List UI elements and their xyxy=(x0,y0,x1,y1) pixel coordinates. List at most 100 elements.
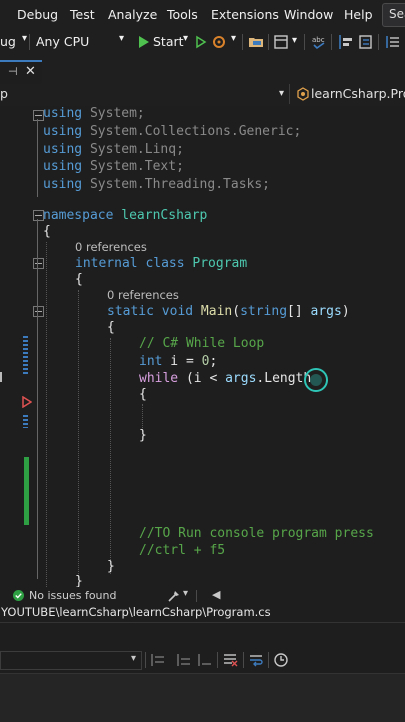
search-box[interactable]: Sea xyxy=(382,3,405,27)
type-dropdown-label[interactable]: learnCsharp.Progr xyxy=(311,86,405,101)
toolbar: ug ▾ Any CPU ▾ Start ▾ ▾ ▾ abc xyxy=(0,29,405,56)
code-line: int i = 0; xyxy=(139,354,218,369)
tab-program-cs[interactable]: ⊣ ✕ xyxy=(0,60,42,86)
code-line: using System.Threading.Tasks; xyxy=(43,177,271,192)
code-line: using System.Text; xyxy=(43,159,184,174)
line-number-fragment xyxy=(0,372,2,382)
platform-dropdown[interactable]: Any CPU xyxy=(36,34,89,49)
code-line: { xyxy=(107,320,115,335)
code-line: while (i < args.Length xyxy=(139,371,312,386)
change-marker xyxy=(23,415,28,428)
change-marker xyxy=(23,336,28,376)
indent-guide xyxy=(110,338,111,574)
layout-icon[interactable] xyxy=(272,33,290,51)
chevron-down-icon[interactable]: ▾ xyxy=(131,653,136,664)
indent-guide xyxy=(78,290,79,580)
document-tab-strip: ⊣ ✕ xyxy=(0,56,405,86)
align-icon[interactable] xyxy=(337,33,355,51)
chevron-down-icon[interactable]: ▾ xyxy=(279,88,284,99)
go-to-previous-icon[interactable] xyxy=(150,652,166,668)
go-to-next-icon[interactable] xyxy=(176,652,192,668)
chevron-left-icon[interactable]: ◀ xyxy=(212,588,220,601)
code-line: namespace learnCsharp xyxy=(43,208,208,223)
code-line: { xyxy=(139,387,147,402)
code-line: using System.Linq; xyxy=(43,142,184,157)
clear-all-icon[interactable] xyxy=(222,652,238,668)
code-line: internal class Program xyxy=(75,256,248,271)
navigation-bar: p ▾ learnCsharp.Progr xyxy=(0,84,405,107)
indent-guide xyxy=(46,242,47,587)
output-panel: ▾ xyxy=(0,622,405,722)
menu-analyze[interactable]: Analyze xyxy=(108,7,157,22)
collapse-toggle[interactable] xyxy=(33,306,44,317)
check-circle-icon xyxy=(13,590,24,601)
outline-line xyxy=(37,219,38,579)
code-line: using System; xyxy=(43,106,145,121)
code-line: //ctrl + f5 xyxy=(139,543,226,558)
separator xyxy=(242,34,243,50)
added-lines-marker xyxy=(24,457,29,525)
references-codelens[interactable]: 0 references xyxy=(107,288,179,302)
pin-icon[interactable]: ⊣ xyxy=(8,65,18,78)
menu-extensions[interactable]: Extensions xyxy=(211,7,279,22)
separator xyxy=(378,34,379,50)
start-without-debugging-icon[interactable] xyxy=(192,33,210,51)
config-dropdown[interactable]: ug xyxy=(0,34,16,49)
outdent-icon[interactable] xyxy=(384,33,402,51)
clock-icon[interactable] xyxy=(273,652,289,668)
folder-icon[interactable] xyxy=(247,33,265,51)
find-message-icon[interactable] xyxy=(197,652,213,668)
file-path-bar: YOUTUBE\learnCsharp\learnCsharp\Program.… xyxy=(0,604,405,622)
menu-debug[interactable]: Debug xyxy=(17,7,58,22)
chevron-down-icon[interactable]: ▾ xyxy=(183,33,188,44)
play-icon[interactable] xyxy=(135,33,153,51)
output-content[interactable] xyxy=(0,673,405,722)
project-dropdown[interactable]: p ▾ xyxy=(0,84,290,104)
breakpoint-arrow-icon[interactable] xyxy=(22,396,32,408)
separator xyxy=(29,34,30,50)
separator xyxy=(268,652,269,668)
code-cleanup-icon[interactable] xyxy=(167,589,181,603)
separator xyxy=(331,34,332,50)
menu-help[interactable]: Help xyxy=(344,7,373,22)
menu-tools[interactable]: Tools xyxy=(167,7,198,22)
code-line: } xyxy=(139,428,147,443)
code-editor[interactable]: using System; using System.Collections.G… xyxy=(0,106,405,587)
menu-test[interactable]: Test xyxy=(70,7,95,22)
separator xyxy=(145,652,146,668)
menu-bar: Debug Test Analyze Tools Extensions Wind… xyxy=(0,0,405,29)
close-icon[interactable]: ✕ xyxy=(25,64,36,79)
output-toolbar: ▾ xyxy=(0,649,405,671)
code-line: } xyxy=(75,574,83,587)
code-line: { xyxy=(75,272,83,287)
code-line: { xyxy=(43,224,51,239)
chevron-down-icon[interactable]: ▾ xyxy=(119,33,124,44)
references-codelens[interactable]: 0 references xyxy=(75,240,147,254)
search-label: Sea xyxy=(389,7,405,21)
spell-check-icon[interactable]: abc xyxy=(310,33,328,51)
issues-status[interactable]: No issues found xyxy=(29,589,116,602)
code-line: } xyxy=(107,559,115,574)
chevron-down-icon[interactable]: ▾ xyxy=(22,33,27,44)
separator xyxy=(217,652,218,668)
chevron-down-icon[interactable]: ▾ xyxy=(231,33,236,44)
chevron-down-icon[interactable]: ▾ xyxy=(292,35,297,46)
word-wrap-icon[interactable] xyxy=(248,652,264,668)
hot-reload-icon[interactable] xyxy=(210,33,228,51)
separator xyxy=(268,34,269,50)
file-path: YOUTUBE\learnCsharp\learnCsharp\Program.… xyxy=(1,605,271,619)
chevron-down-icon[interactable]: ▾ xyxy=(183,588,188,599)
code-line: // C# While Loop xyxy=(139,336,265,351)
cursor-highlight-icon xyxy=(304,368,328,392)
separator xyxy=(196,590,197,602)
menu-window[interactable]: Window xyxy=(284,7,333,22)
project-dropdown-label: p xyxy=(0,86,8,101)
collapse-toggle[interactable] xyxy=(33,258,44,269)
svg-text:abc: abc xyxy=(312,36,325,44)
separator xyxy=(304,34,305,50)
bookmark-list-icon[interactable] xyxy=(357,33,375,51)
start-button[interactable]: Start xyxy=(153,34,184,49)
output-source-dropdown[interactable]: ▾ xyxy=(0,651,142,670)
code-line: //TO Run console program press xyxy=(139,526,374,541)
code-line: using System.Collections.Generic; xyxy=(43,124,302,139)
